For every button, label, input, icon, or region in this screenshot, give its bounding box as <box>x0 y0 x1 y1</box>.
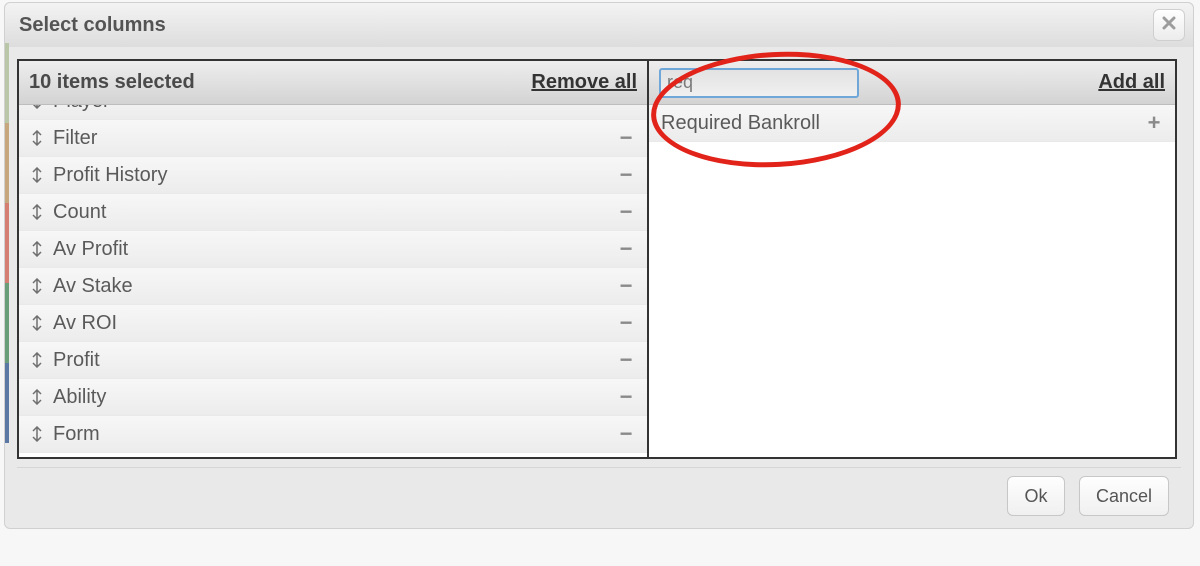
close-icon <box>1162 16 1176 35</box>
list-item-label: Av ROI <box>53 312 615 335</box>
drag-handle-icon[interactable] <box>27 426 47 442</box>
minus-icon: − <box>620 423 633 445</box>
list-item[interactable]: Profit− <box>19 342 647 379</box>
drag-handle-icon[interactable] <box>27 278 47 294</box>
available-pane-header: Add all <box>649 61 1175 105</box>
close-button[interactable] <box>1153 9 1185 41</box>
selected-count-label: 10 items selected <box>29 71 195 94</box>
list-item-label: Required Bankroll <box>661 112 1143 135</box>
minus-icon: − <box>620 386 633 408</box>
list-item[interactable]: Av Stake− <box>19 268 647 305</box>
dialog-footer: Ok Cancel <box>17 467 1181 516</box>
list-item[interactable]: Player− <box>19 105 647 120</box>
list-item-label: Av Profit <box>53 238 615 261</box>
drag-handle-icon[interactable] <box>27 315 47 331</box>
list-item[interactable]: Av ROI− <box>19 305 647 342</box>
list-item[interactable]: Required Bankroll+ <box>649 105 1175 142</box>
selected-list: Player−Filter−Profit History−Count−Av Pr… <box>19 105 647 457</box>
drag-handle-icon[interactable] <box>27 167 47 183</box>
remove-item-button[interactable]: − <box>615 164 637 186</box>
list-item-label: Filter <box>53 127 615 150</box>
list-item[interactable]: Ability− <box>19 379 647 416</box>
remove-item-button[interactable]: − <box>615 105 637 112</box>
add-all-link[interactable]: Add all <box>1098 71 1165 94</box>
remove-item-button[interactable]: − <box>615 423 637 445</box>
list-item-label: Form <box>53 423 615 446</box>
list-item-label: Profit History <box>53 164 615 187</box>
search-input[interactable] <box>659 68 859 98</box>
remove-item-button[interactable]: − <box>615 386 637 408</box>
minus-icon: − <box>620 238 633 260</box>
minus-icon: − <box>620 201 633 223</box>
remove-item-button[interactable]: − <box>615 275 637 297</box>
list-item[interactable]: Form− <box>19 416 647 453</box>
drag-handle-icon[interactable] <box>27 204 47 220</box>
remove-item-button[interactable]: − <box>615 127 637 149</box>
list-item-label: Profit <box>53 349 615 372</box>
cancel-button[interactable]: Cancel <box>1079 476 1169 516</box>
available-pane: Add all Required Bankroll+ <box>649 61 1175 457</box>
minus-icon: − <box>620 164 633 186</box>
selected-pane: 10 items selected Remove all Player−Filt… <box>19 61 649 457</box>
selected-pane-header: 10 items selected Remove all <box>19 61 647 105</box>
remove-item-button[interactable]: − <box>615 201 637 223</box>
list-item[interactable]: Count− <box>19 194 647 231</box>
drag-handle-icon[interactable] <box>27 130 47 146</box>
list-item[interactable]: Profit History− <box>19 157 647 194</box>
available-list: Required Bankroll+ <box>649 105 1175 457</box>
remove-all-link[interactable]: Remove all <box>531 71 637 94</box>
drag-handle-icon[interactable] <box>27 105 47 109</box>
plus-icon: + <box>1148 112 1161 134</box>
drag-handle-icon[interactable] <box>27 352 47 368</box>
minus-icon: − <box>620 105 633 112</box>
list-item-label: Ability <box>53 386 615 409</box>
minus-icon: − <box>620 349 633 371</box>
list-item[interactable]: Filter− <box>19 120 647 157</box>
page-edge-stripe <box>5 43 9 443</box>
drag-handle-icon[interactable] <box>27 241 47 257</box>
list-item-label: Av Stake <box>53 275 615 298</box>
minus-icon: − <box>620 312 633 334</box>
list-item[interactable]: Av Profit− <box>19 231 647 268</box>
list-item-label: Count <box>53 201 615 224</box>
dialog-title: Select columns <box>19 14 166 37</box>
add-item-button[interactable]: + <box>1143 112 1165 134</box>
remove-item-button[interactable]: − <box>615 312 637 334</box>
remove-item-button[interactable]: − <box>615 238 637 260</box>
dialog-header: Select columns <box>5 3 1193 47</box>
list-item-label: Player <box>53 105 615 113</box>
ok-button[interactable]: Ok <box>1007 476 1065 516</box>
select-columns-dialog: Select columns 10 items selected Remove … <box>4 2 1194 529</box>
remove-item-button[interactable]: − <box>615 349 637 371</box>
drag-handle-icon[interactable] <box>27 389 47 405</box>
columns-container: 10 items selected Remove all Player−Filt… <box>17 59 1177 459</box>
minus-icon: − <box>620 127 633 149</box>
dialog-body: 10 items selected Remove all Player−Filt… <box>5 47 1193 528</box>
minus-icon: − <box>620 275 633 297</box>
